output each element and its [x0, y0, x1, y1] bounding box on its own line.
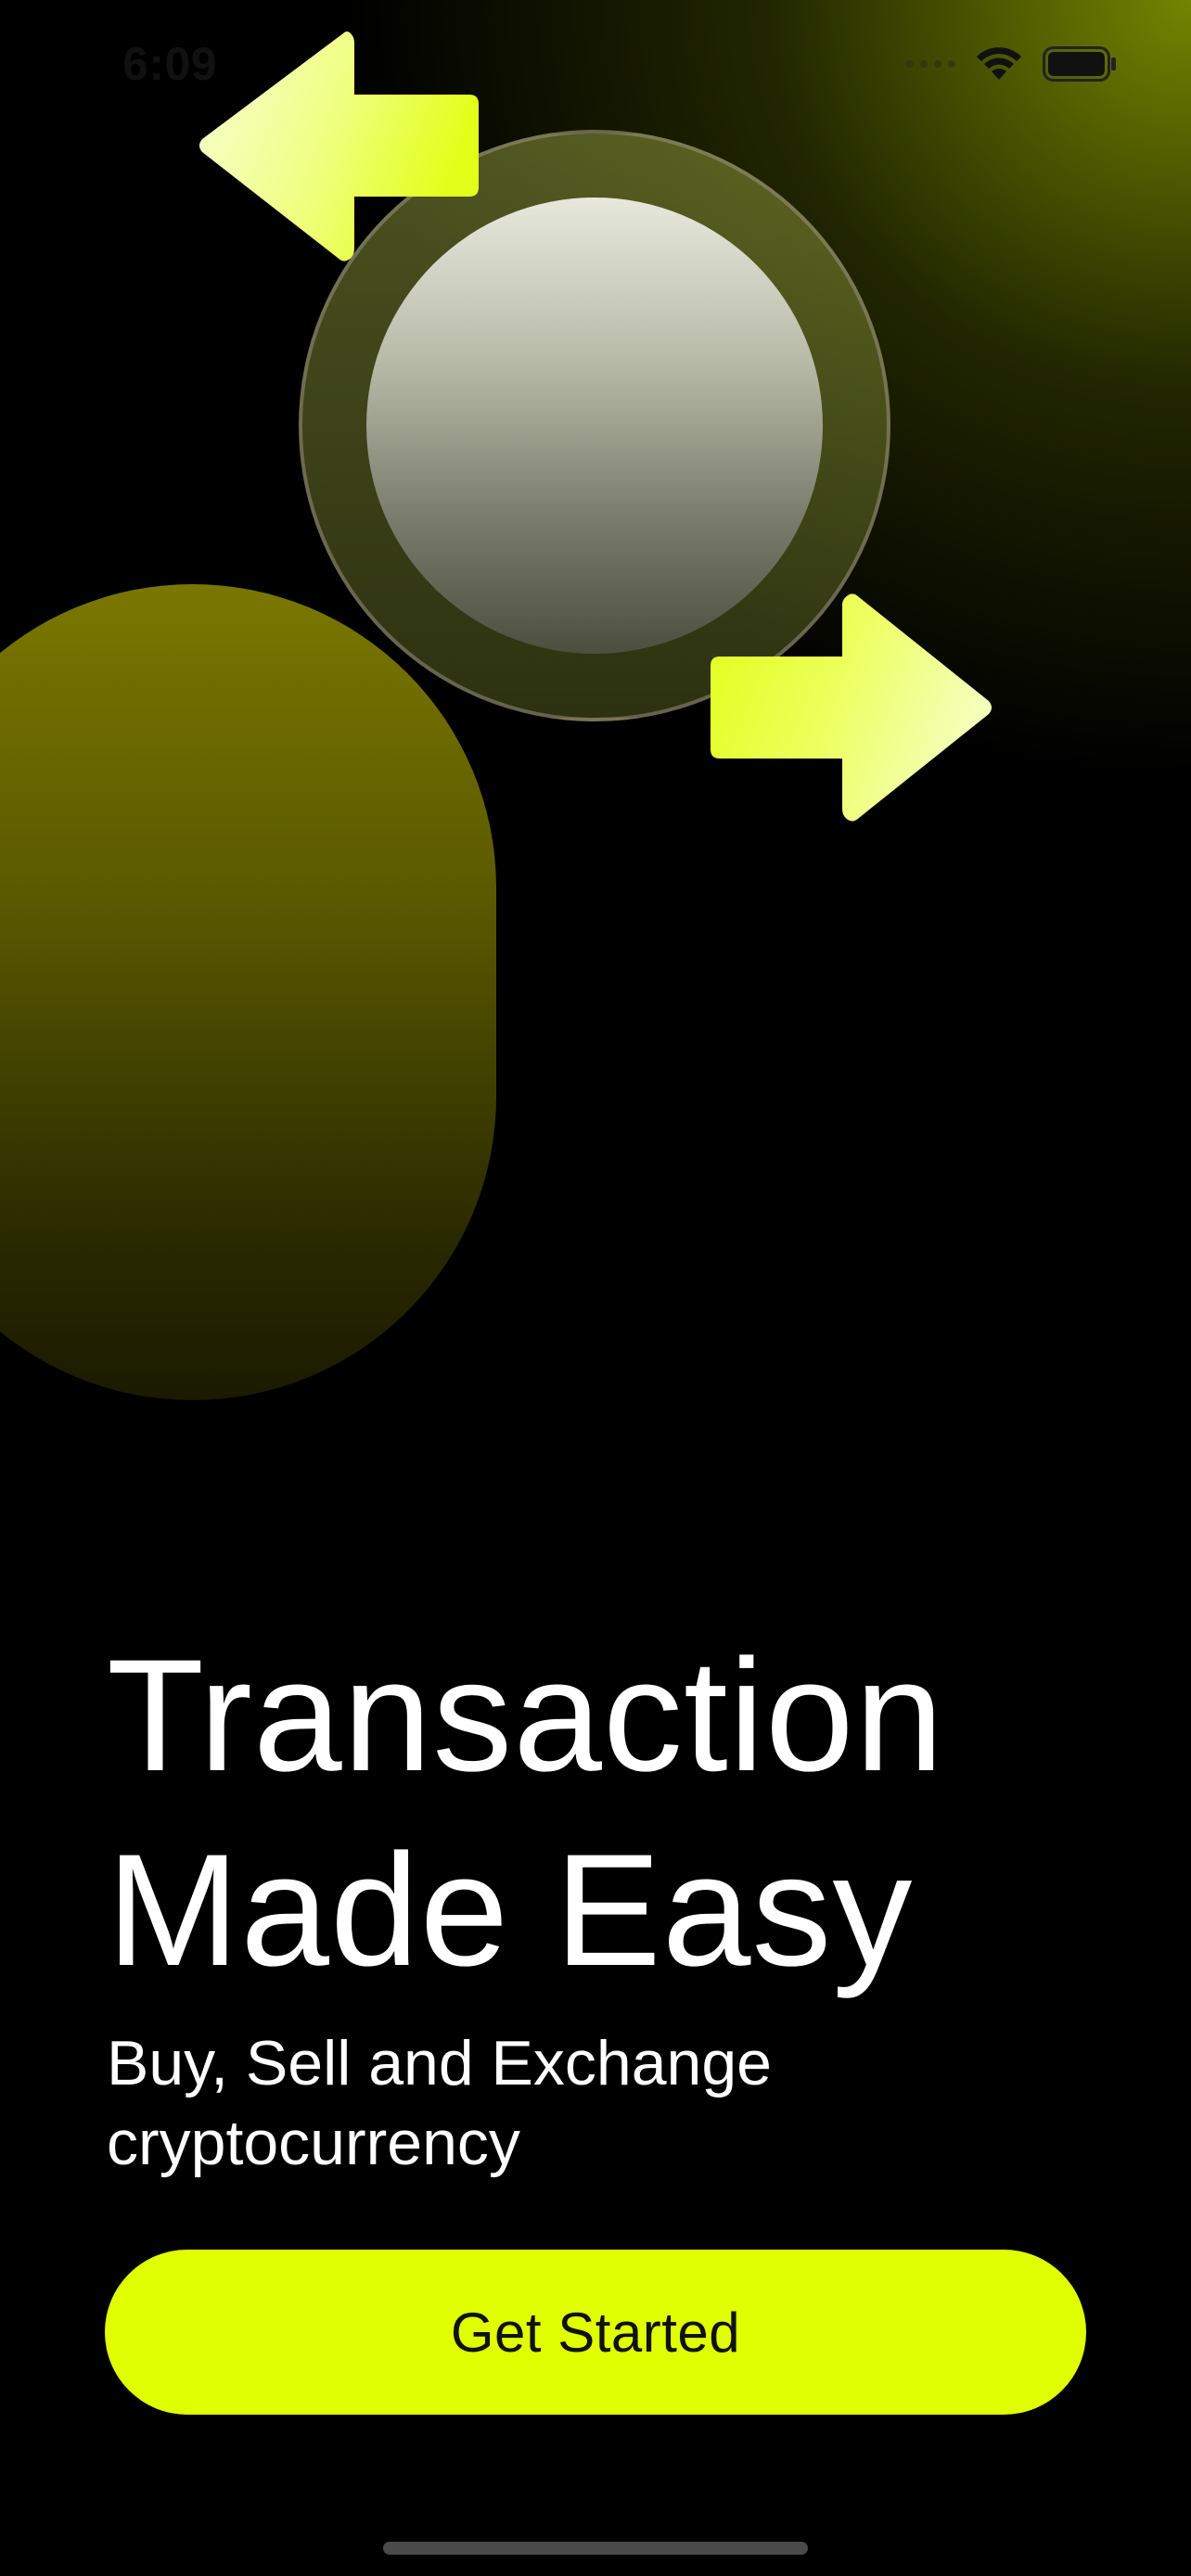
battery-icon — [1043, 46, 1116, 82]
page-subtitle: Buy, Sell and Exchange cryptocurrency — [107, 2023, 1081, 2183]
status-time: 6:09 — [122, 38, 218, 90]
home-indicator[interactable] — [383, 2542, 808, 2555]
status-icons — [906, 46, 1117, 82]
pill-shape — [0, 584, 496, 1400]
cellular-signal-icon — [906, 60, 955, 68]
arrow-right-icon — [711, 593, 992, 822]
page-title: Transaction Made Easy — [107, 1618, 1127, 2008]
subtitle-line-1: Buy, Sell and Exchange — [107, 2028, 772, 2098]
onboarding-screen: 6:09 Transaction Made Easy Buy, Sell and… — [0, 0, 1191, 2576]
headline-line-2: Made Easy — [107, 1821, 914, 1999]
get-started-button[interactable]: Get Started — [105, 2250, 1086, 2415]
subtitle-line-2: cryptocurrency — [107, 2108, 520, 2178]
status-bar: 6:09 — [0, 0, 1191, 130]
wifi-icon — [977, 47, 1021, 80]
headline-line-1: Transaction — [107, 1626, 945, 1804]
coin-face — [366, 198, 823, 654]
